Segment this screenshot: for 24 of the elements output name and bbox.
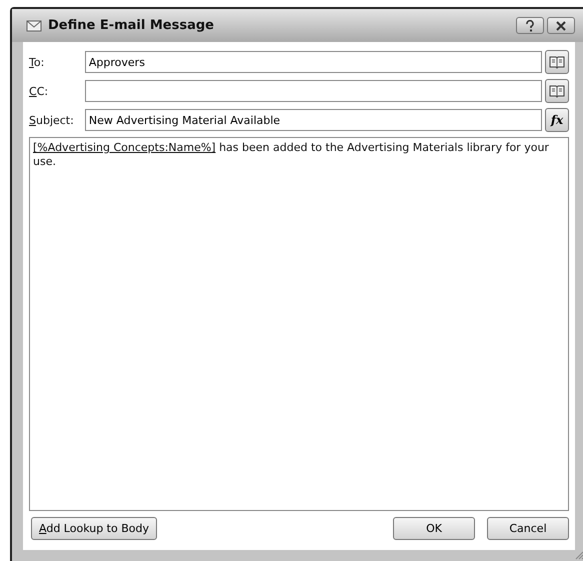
field-label: Subject: xyxy=(29,114,75,126)
question-mark-icon xyxy=(525,20,535,32)
close-icon xyxy=(555,20,567,30)
message-body-text: [%Advertising Concepts:Name%] has been added to the Advertising Materials library for your use. xyxy=(33,141,550,169)
add-lookup-button[interactable]: Add Lookup to Body xyxy=(31,517,157,540)
input-field[interactable]: New Advertising Material Available xyxy=(84,109,542,131)
formula-button[interactable]: fx xyxy=(545,108,569,132)
dialog-button[interactable]: OK xyxy=(393,517,475,540)
field-label: To: xyxy=(29,56,46,68)
message-body-field[interactable]: [%Advertising Concepts:Name%] has been added to the Advertising Materials library for your use. xyxy=(29,137,569,511)
address-book-button[interactable] xyxy=(545,79,569,103)
envelope-icon xyxy=(26,18,42,34)
book-icon xyxy=(549,55,565,69)
dialog-button[interactable]: Cancel xyxy=(487,517,569,540)
field-label: CC: xyxy=(29,84,50,98)
window-title: Define E-mail Message xyxy=(48,18,215,33)
lookup-link[interactable]: [%Advertising Concepts:Name%] xyxy=(33,141,216,154)
help-button[interactable] xyxy=(516,17,544,34)
resize-grip-icon[interactable] xyxy=(574,550,583,560)
address-book-button[interactable] xyxy=(545,50,569,74)
input-field[interactable] xyxy=(84,80,542,102)
input-field[interactable]: Approvers xyxy=(84,51,542,73)
book-icon xyxy=(549,84,565,98)
close-button[interactable] xyxy=(547,17,575,34)
